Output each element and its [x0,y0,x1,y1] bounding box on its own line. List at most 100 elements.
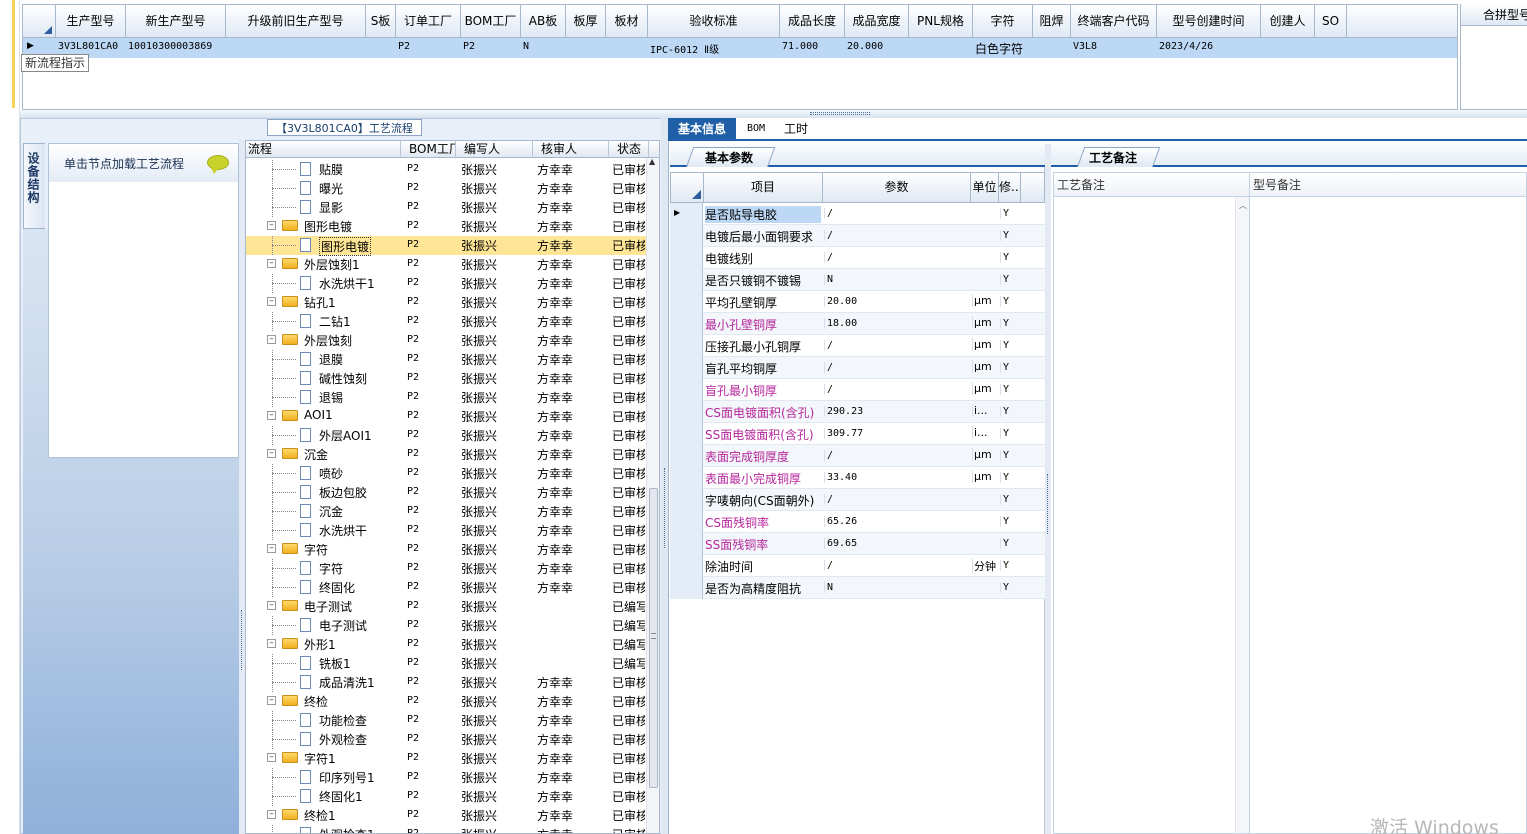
tree-collapse-icon[interactable]: – [267,753,276,762]
tree-row[interactable]: – 图形电镀 P2 张振兴 方幸幸 已审核 [246,217,646,236]
top-col-header[interactable]: 板厚 [566,5,606,38]
top-col-header[interactable]: 阻焊 [1033,5,1071,38]
top-col-header[interactable]: SO [1315,5,1347,38]
flow-panel-tab[interactable]: 【3V3L801CA0】工艺流程 [267,119,422,136]
tree-col-header[interactable]: 核审人 [533,141,609,158]
tree-collapse-icon[interactable]: – [267,810,276,819]
tree-row[interactable]: – AOI1 P2 张振兴 方幸幸 已审核 [246,407,646,426]
param-value[interactable]: / [824,340,968,351]
top-col-header[interactable]: PNL规格 [909,5,973,38]
tree-row[interactable]: – 外层蚀刻1 P2 张振兴 方幸幸 已审核 [246,255,646,274]
tree-col-header[interactable]: 状态 [609,141,649,158]
param-value[interactable]: / [824,384,968,395]
tree-row[interactable]: – 钻孔1 P2 张振兴 方幸幸 已审核 [246,293,646,312]
right-tab[interactable]: BOM [736,118,776,141]
tree-collapse-icon[interactable]: – [267,411,276,420]
param-value[interactable]: / [824,450,968,461]
top-col-header[interactable]: 成品长度 [780,5,845,38]
param-value[interactable]: 20.00 [824,296,968,307]
param-row[interactable]: 是否只镀铜不镀锡 N Y [670,269,1045,291]
param-value[interactable]: / [824,494,968,505]
process-remark-box[interactable]: 工艺备注 ︿ [1053,172,1250,834]
param-value[interactable]: / [824,560,968,571]
param-row[interactable]: 字唛朝向(CS面朝外) / Y [670,489,1045,511]
top-col-header[interactable]: 字符 [973,5,1033,38]
tree-row[interactable]: 电子测试 P2 张振兴 已编写 [246,616,646,635]
param-value[interactable]: / [824,230,968,241]
tree-row[interactable]: 板边包胶 P2 张振兴 方幸幸 已审核 [246,483,646,502]
param-row[interactable]: 压接孔最小孔铜厚 / μm Y [670,335,1045,357]
tree-row[interactable]: 图形电镀 P2 张振兴 方幸幸 已审核 [246,236,646,256]
param-row[interactable]: CS面电镀面积(含孔) 290.23 i... Y [670,401,1045,423]
tree-row[interactable]: 终固化 P2 张振兴 方幸幸 已审核 [246,578,646,597]
param-row[interactable]: 电镀后最小面铜要求 / Y [670,225,1045,247]
param-row[interactable]: 电镀线别 / Y [670,247,1045,269]
tree-row[interactable]: – 外形1 P2 张振兴 已编写 [246,635,646,654]
param-row[interactable]: CS面残铜率 65.26 Y [670,511,1045,533]
tree-collapse-icon[interactable]: – [267,259,276,268]
tree-row[interactable]: 喷砂 P2 张振兴 方幸幸 已审核 [246,464,646,483]
tree-row[interactable]: 沉金 P2 张振兴 方幸幸 已审核 [246,502,646,521]
param-col-header[interactable]: 单位 [971,173,999,202]
param-row[interactable]: SS面电镀面积(含孔) 309.77 i... Y [670,423,1045,445]
model-remark-box[interactable]: 型号备注 [1250,172,1527,834]
tree-row[interactable]: – 终检1 P2 张振兴 方幸幸 已审核 [246,806,646,825]
param-value[interactable]: N [824,582,968,593]
param-row[interactable]: SS面残铜率 69.65 Y [670,533,1045,555]
tree-scrollbar[interactable]: ▲ [646,157,659,833]
tree-row[interactable]: 铣板1 P2 张振兴 已编写 [246,654,646,673]
top-grid-row[interactable]: ▶ 3V3L801CA0 10010300003869 P2 P2 N IPC-6012 … [23,38,1457,58]
top-col-header[interactable]: 生产型号 [56,5,126,38]
param-row[interactable]: ▶ 是否贴导电胶 / Y [670,203,1045,225]
top-col-header[interactable]: BOM工厂 [461,5,521,38]
tree-row[interactable]: 水洗烘干 P2 张振兴 方幸幸 已审核 [246,521,646,540]
param-row[interactable]: 除油时间 / 分钟 Y [670,555,1045,577]
tree-row[interactable]: 退膜 P2 张振兴 方幸幸 已审核 [246,350,646,369]
tree-row[interactable]: 水洗烘干1 P2 张振兴 方幸幸 已审核 [246,274,646,293]
param-value[interactable]: / [824,362,968,373]
top-col-header[interactable]: 终端客户代码 [1071,5,1157,38]
side-tab-equipment[interactable]: 设备结构 [23,143,45,229]
param-value[interactable]: 290.23 [824,406,968,417]
tree-collapse-icon[interactable]: – [267,297,276,306]
tree-row[interactable]: 贴膜 P2 张振兴 方幸幸 已审核 [246,160,646,179]
tree-row[interactable]: 碱性蚀刻 P2 张振兴 方幸幸 已审核 [246,369,646,388]
tree-row[interactable]: 退锡 P2 张振兴 方幸幸 已审核 [246,388,646,407]
horizontal-splitter[interactable] [20,110,1527,118]
param-value[interactable]: 69.65 [824,538,968,549]
tree-row[interactable]: 字符 P2 张振兴 方幸幸 已审核 [246,559,646,578]
param-col-header[interactable]: 参数 [823,173,971,202]
param-value[interactable]: N [824,274,968,285]
tree-row[interactable]: 外层AOI1 P2 张振兴 方幸幸 已审核 [246,426,646,445]
tree-row[interactable]: 成品清洗1 P2 张振兴 方幸幸 已审核 [246,673,646,692]
tree-row[interactable]: – 外层蚀刻 P2 张振兴 方幸幸 已审核 [246,331,646,350]
tree-collapse-icon[interactable]: – [267,544,276,553]
remark-scroll-up-icon[interactable]: ︿ [1239,200,1247,211]
param-value[interactable]: / [824,252,968,263]
tree-col-header[interactable]: 编写人 [456,141,533,158]
tree-row[interactable]: 外观检查 P2 张振兴 方幸幸 已审核 [246,730,646,749]
param-row[interactable]: 盲孔平均铜厚 / μm Y [670,357,1045,379]
param-value[interactable]: / [824,208,968,219]
tree-collapse-icon[interactable]: – [267,601,276,610]
tree-row[interactable]: 终固化1 P2 张振兴 方幸幸 已审核 [246,787,646,806]
remark-scrollbar[interactable]: ︿ [1235,197,1249,833]
tree-row[interactable]: 印序列号1 P2 张振兴 方幸幸 已审核 [246,768,646,787]
param-row[interactable]: 最小孔壁铜厚 18.00 μm Y [670,313,1045,335]
top-col-header[interactable]: 板材 [606,5,648,38]
tree-row[interactable]: 外观检查1 P2 张振兴 方幸幸 已审核 [246,825,646,833]
param-col-header[interactable]: 修... [999,173,1021,202]
tree-row[interactable]: 显影 P2 张振兴 方幸幸 已审核 [246,198,646,217]
top-grid-corner[interactable] [23,5,56,38]
tree-col-header[interactable]: 流程 [246,141,401,158]
tree-row[interactable]: – 字符 P2 张振兴 方幸幸 已审核 [246,540,646,559]
right-tab[interactable]: 工时 [776,118,816,141]
tree-row[interactable]: – 字符1 P2 张振兴 方幸幸 已审核 [246,749,646,768]
top-col-header[interactable]: 升级前旧生产型号 [226,5,366,38]
param-row[interactable]: 平均孔壁铜厚 20.00 μm Y [670,291,1045,313]
tree-row[interactable]: – 沉金 P2 张振兴 方幸幸 已审核 [246,445,646,464]
tree-collapse-icon[interactable]: – [267,639,276,648]
param-row[interactable]: 表面完成铜厚度 / μm Y [670,445,1045,467]
tree-collapse-icon[interactable]: – [267,335,276,344]
param-value[interactable]: 65.26 [824,516,968,527]
